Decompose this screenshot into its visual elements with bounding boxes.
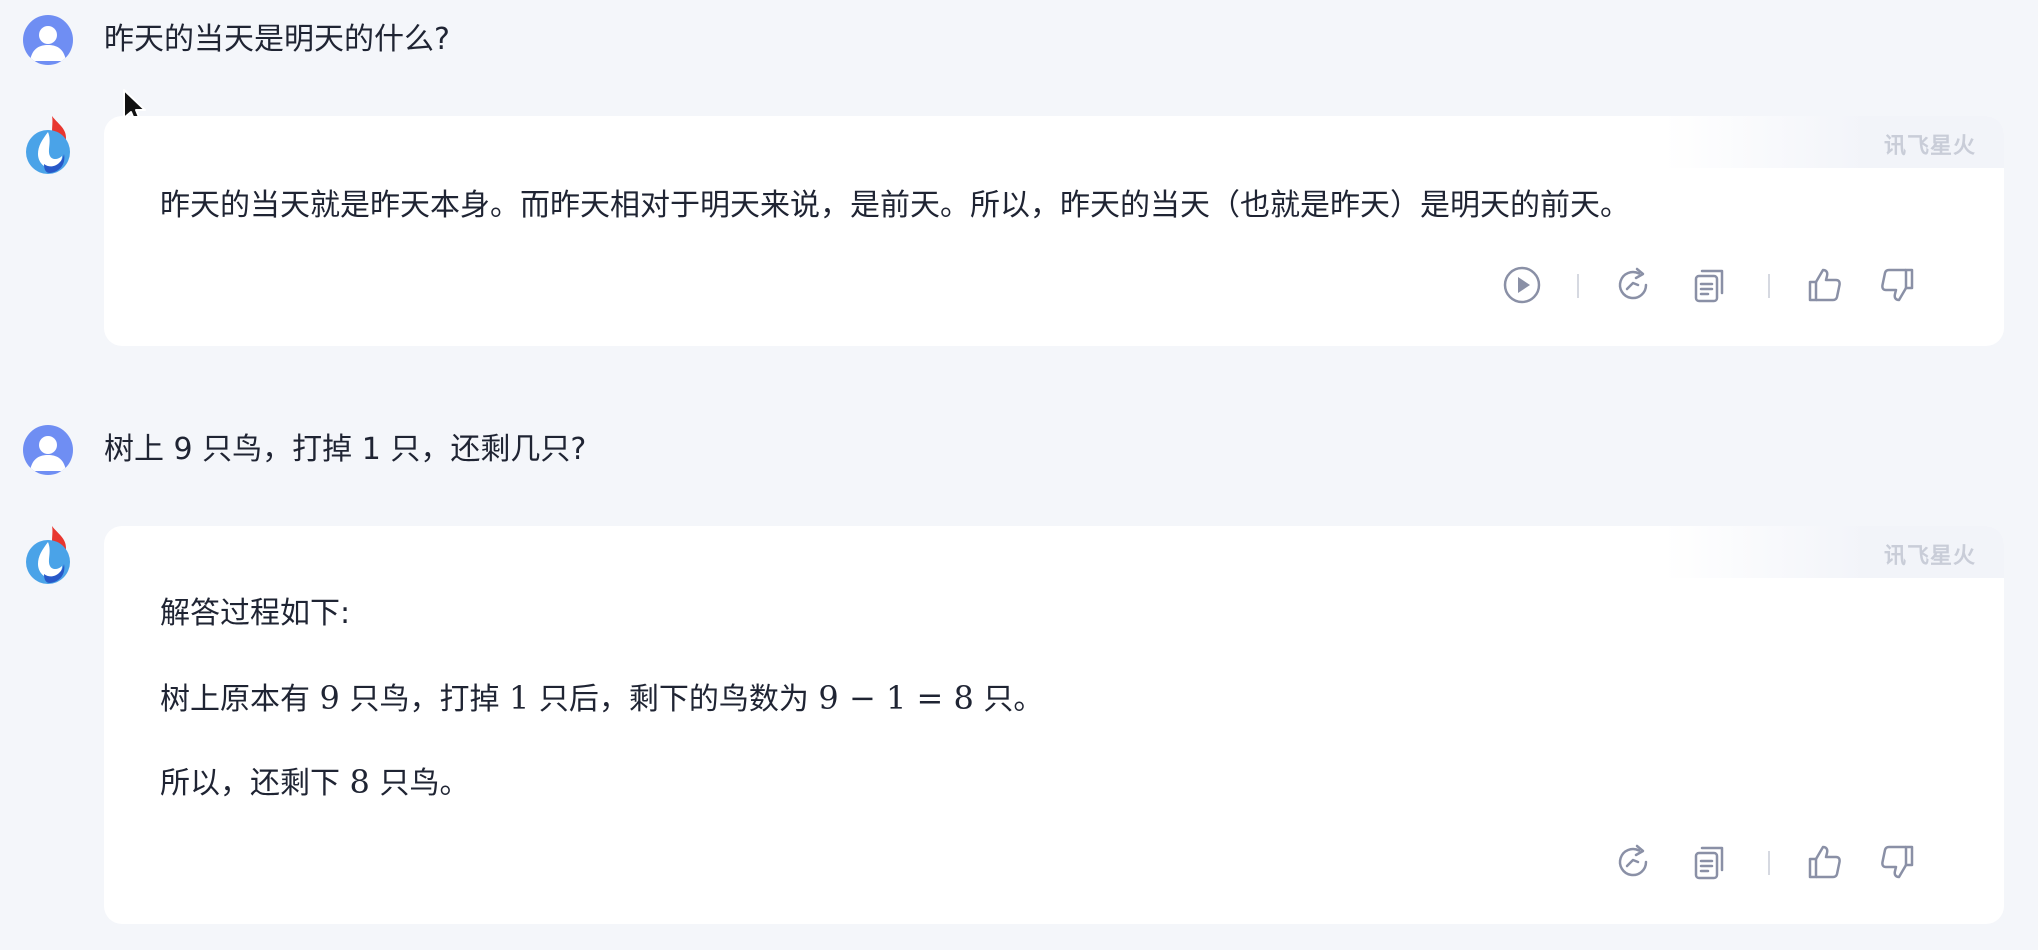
text-segment: 只鸟。 (369, 766, 470, 801)
like-button[interactable] (1800, 837, 1848, 887)
answer-actions (1609, 837, 1914, 887)
user-silhouette-icon (30, 436, 66, 471)
copy-button[interactable] (1686, 260, 1734, 310)
answer-text: 昨天的当天就是昨天本身。而昨天相对于明天来说，是前天。所以，昨天的当天（也就是昨… (160, 188, 1630, 223)
text-segment: 只后，剩下的鸟数为 (529, 682, 819, 717)
regenerate-button[interactable] (1609, 260, 1657, 310)
math-expression: 9 − 1 = 8 (818, 679, 974, 717)
math-number: 9 (319, 679, 340, 717)
text-segment: 只。 (973, 682, 1044, 717)
spark-logo-icon (26, 526, 70, 584)
brand-watermark: 讯飞星火 (1883, 544, 1976, 569)
dislike-button[interactable] (1874, 837, 1922, 887)
math-number: 1 (508, 679, 530, 717)
user-avatar (23, 15, 73, 65)
dislike-button[interactable] (1874, 260, 1922, 310)
copy-icon (1694, 846, 1724, 880)
play-circle-icon (1503, 266, 1541, 304)
user-silhouette-icon (30, 26, 66, 61)
answer-actions (1498, 260, 1914, 310)
spark-logo-icon (26, 116, 70, 174)
user-message: 树上 9 只鸟，打掉 1 只，还剩几只? (104, 432, 587, 467)
assistant-answer-card: 讯飞星火 昨天的当天就是昨天本身。而昨天相对于明天来说，是前天。所以，昨天的当天… (104, 116, 2004, 346)
thumbs-up-icon (1808, 268, 1841, 302)
action-divider (1577, 274, 1579, 298)
thumbs-up-icon (1808, 845, 1841, 879)
thumbs-down-icon (1881, 268, 1914, 302)
action-divider (1768, 274, 1770, 298)
play-button[interactable] (1498, 260, 1546, 310)
like-button[interactable] (1800, 260, 1848, 310)
copy-button[interactable] (1686, 837, 1734, 887)
action-divider (1768, 851, 1770, 875)
text-segment: 所以，还剩下 (160, 766, 350, 801)
refresh-icon (1618, 267, 1648, 300)
brand-watermark: 讯飞星火 (1883, 134, 1976, 159)
text-segment: 只鸟，打掉 (339, 682, 509, 717)
chat-thread: 昨天的当天是明天的什么? 讯飞星火 昨天的当天就是昨天本身。而昨天相对于明天来说… (0, 0, 2038, 950)
copy-icon (1694, 269, 1724, 303)
answer-line-heading: 解答过程如下: (160, 596, 351, 631)
regenerate-button[interactable] (1609, 837, 1657, 887)
assistant-answer-card: 讯飞星火 解答过程如下: 树上原本有 9 只鸟，打掉 1 只后，剩下的鸟数为 9… (104, 526, 2004, 924)
user-avatar (23, 425, 73, 475)
thumbs-down-icon (1881, 845, 1914, 879)
answer-line-calculation: 树上原本有 9 只鸟，打掉 1 只后，剩下的鸟数为 9 − 1 = 8 只。 (160, 678, 1043, 720)
text-segment: 树上原本有 (160, 682, 320, 717)
math-number: 8 (349, 763, 370, 801)
user-message: 昨天的当天是明天的什么? (104, 22, 450, 57)
answer-line-conclusion: 所以，还剩下 8 只鸟。 (160, 762, 469, 804)
refresh-icon (1618, 844, 1648, 877)
